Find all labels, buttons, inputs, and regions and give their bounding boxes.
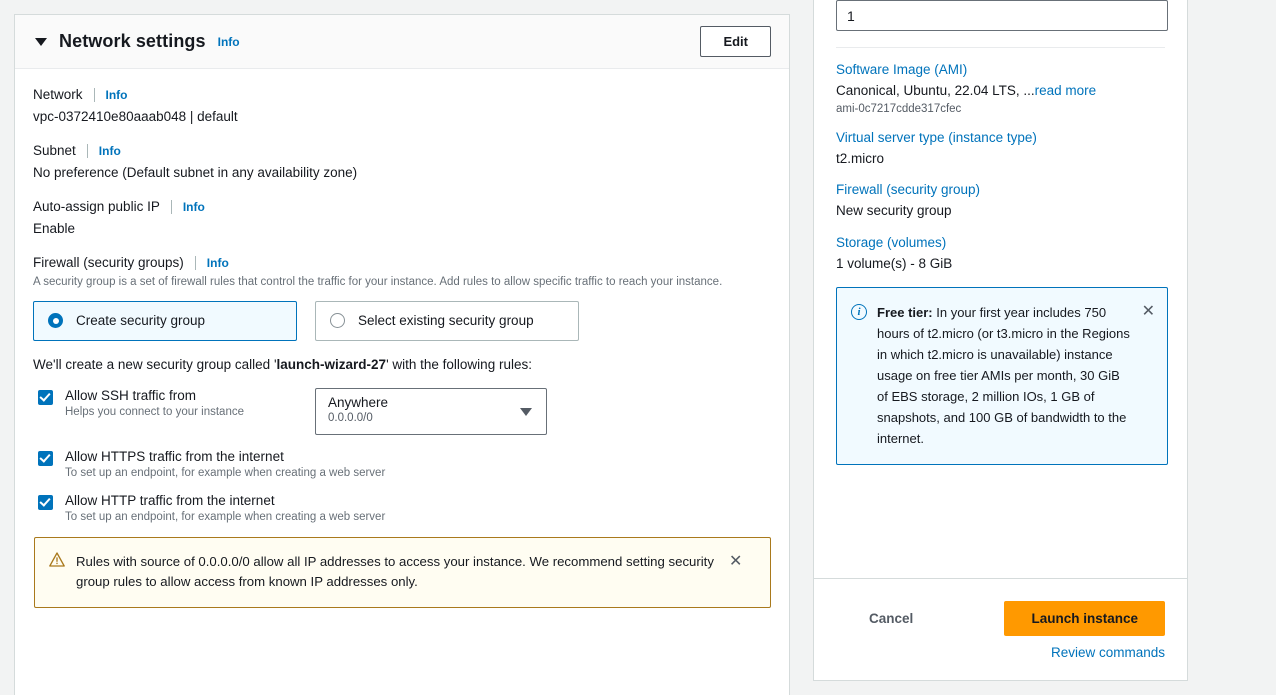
radio-select-existing-security-group[interactable] [330,313,345,329]
rule-allow-https-subtitle: To set up an endpoint, for example when … [65,466,386,479]
rule-allow-http-subtitle: To set up an endpoint, for example when … [65,510,386,523]
network-label: Network [33,87,83,102]
tile-create-security-group[interactable]: Create security group [33,300,297,341]
close-icon[interactable]: ✕ [729,553,742,570]
summary-item-storage: Storage (volumes) 1 volume(s) - 8 GiB [836,235,1165,273]
checkbox-allow-http[interactable] [38,494,53,510]
security-group-name: launch-wizard-27 [276,356,387,372]
ssh-source-select-cidr: 0.0.0.0/0 [328,412,373,425]
summary-actions: Cancel Launch instance Review commands [814,579,1187,660]
auto-assign-ip-field-label: Auto-assign public IP Info [33,199,769,214]
firewall-field-label: Firewall (security groups) Info [33,255,769,270]
read-more-link[interactable]: read more [1035,83,1097,98]
rule-allow-http-title: Allow HTTP traffic from the internet [65,492,275,508]
close-icon[interactable]: ✕ [1142,304,1155,320]
summary-link-storage[interactable]: Storage (volumes) [836,235,1165,250]
summary-link-software-image[interactable]: Software Image (AMI) [836,62,1165,77]
summary-item-instance-type: Virtual server type (instance type) t2.m… [836,130,1165,168]
ami-description: Canonical, Ubuntu, 22.04 LTS, ... [836,83,1035,98]
launch-instance-button[interactable]: Launch instance [1004,601,1165,636]
rule-allow-https-title: Allow HTTPS traffic from the internet [65,448,284,464]
tile-create-security-group-label: Create security group [76,313,206,329]
subnet-info-link[interactable]: Info [99,144,121,158]
summary-item-ami: Software Image (AMI) Canonical, Ubuntu, … [836,62,1165,115]
tile-select-existing-security-group-label: Select existing security group [358,313,534,329]
auto-assign-ip-label: Auto-assign public IP [33,199,160,214]
instance-quantity-input[interactable] [836,0,1168,31]
free-tier-info-box: i Free tier: In your first year includes… [836,287,1168,465]
summary-value-software-image: Canonical, Ubuntu, 22.04 LTS, ...read mo… [836,82,1165,100]
rule-allow-ssh-subtitle: Helps you connect to your instance [65,405,244,418]
summary-panel: Software Image (AMI) Canonical, Ubuntu, … [813,0,1188,681]
firewall-label: Firewall (security groups) [33,255,184,270]
ami-id: ami-0c7217cdde317cfec [836,102,962,115]
free-tier-title: Free tier: [877,305,933,321]
label-divider [86,143,88,158]
summary-value-storage: 1 volume(s) - 8 GiB [836,255,953,271]
rule-allow-http-text: Allow HTTP traffic from the internet To … [65,493,385,523]
caret-down-icon[interactable] [35,37,47,46]
info-circle-icon: i [851,304,867,321]
edit-button[interactable]: Edit [700,26,771,57]
warning-text: Rules with source of 0.0.0.0/0 allow all… [76,553,714,590]
warning-triangle-icon [49,552,65,567]
firewall-info-link[interactable]: Info [207,256,229,270]
actions-row: Cancel Launch instance [836,601,1165,636]
network-settings-header: Network settings Info Edit [15,15,789,69]
summary-item-firewall: Firewall (security group) New security g… [836,182,1165,220]
page-title: Network settings [59,31,206,51]
free-tier-body: In your first year includes 750 hours of… [877,305,1130,447]
note-prefix: We'll create a new security group called… [33,356,277,372]
summary-value-instance-type: t2.micro [836,150,885,166]
review-commands-row: Review commands [836,645,1165,660]
auto-assign-ip-info-link[interactable]: Info [183,200,205,214]
summary-value-firewall: New security group [836,203,952,219]
security-group-option-tiles: Create security group Select existing se… [33,300,769,341]
free-tier-text: Free tier: In your first year includes 7… [877,302,1134,449]
note-suffix: ' with the following rules: [386,356,532,372]
subnet-value: No preference (Default subnet in any ava… [33,165,358,180]
summary-link-instance-type[interactable]: Virtual server type (instance type) [836,130,1165,145]
tile-select-existing-security-group[interactable]: Select existing security group [315,300,579,341]
ssh-source-select[interactable]: Anywhere 0.0.0.0/0 [315,387,547,435]
rule-allow-ssh-title: Allow SSH traffic from [65,387,197,403]
auto-assign-ip-value: Enable [33,221,76,236]
subnet-label: Subnet [33,143,76,158]
summary-content: Software Image (AMI) Canonical, Ubuntu, … [814,0,1187,465]
review-commands-link[interactable]: Review commands [1051,645,1165,660]
cancel-button[interactable]: Cancel [865,603,917,634]
rule-allow-https-text: Allow HTTPS traffic from the internet To… [65,449,385,479]
subnet-field-label: Subnet Info [33,143,769,158]
rule-allow-ssh: Allow SSH traffic from Helps you connect… [33,387,769,435]
security-group-name-note: We'll create a new security group called… [33,357,769,372]
network-settings-info-link[interactable]: Info [218,35,240,49]
label-divider [194,255,196,270]
radio-create-security-group[interactable] [48,313,63,329]
firewall-description: A security group is a set of firewall ru… [33,276,723,288]
chevron-down-icon [520,407,532,416]
network-field-label: Network Info [33,87,769,102]
rule-allow-http: Allow HTTP traffic from the internet To … [33,493,769,523]
rule-allow-ssh-text: Allow SSH traffic from Helps you connect… [65,388,305,418]
network-info-link[interactable]: Info [106,88,128,102]
summary-link-firewall[interactable]: Firewall (security group) [836,182,1165,197]
checkbox-allow-https[interactable] [38,450,53,466]
rule-allow-https: Allow HTTPS traffic from the internet To… [33,449,769,479]
label-divider [170,199,172,214]
ec2-launch-instance-page: Network settings Info Edit Network Info … [0,0,1276,695]
ssh-source-select-value: Anywhere [328,394,389,410]
network-settings-body: Network Info vpc-0372410e80aaab048 | def… [15,69,789,608]
network-value: vpc-0372410e80aaab048 | default [33,109,238,124]
label-divider [93,87,95,102]
checkbox-allow-ssh[interactable] [38,389,53,405]
open-cidr-warning-alert: Rules with source of 0.0.0.0/0 allow all… [34,536,771,608]
network-settings-panel: Network settings Info Edit Network Info … [14,14,790,695]
summary-divider [836,47,1165,48]
